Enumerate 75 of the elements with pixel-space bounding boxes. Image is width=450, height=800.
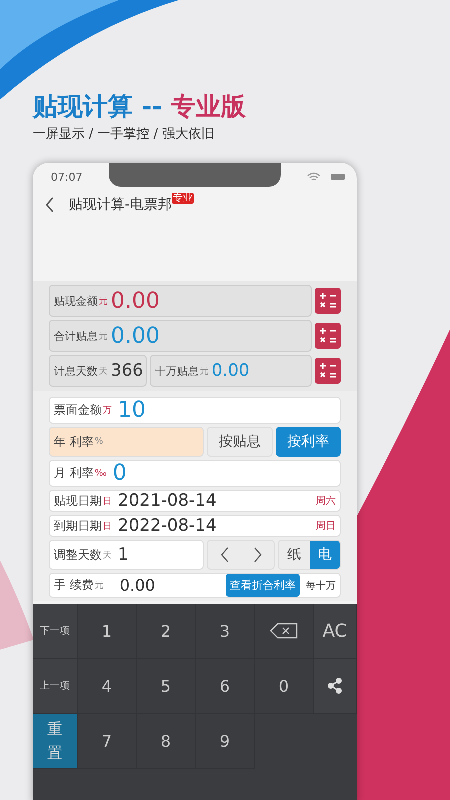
promo-title: 贴现计算 -- 专业版: [33, 92, 248, 122]
unit-label: 日: [103, 520, 112, 532]
nav-key[interactable]: 上一项: [33, 659, 78, 714]
result-value: 0.00: [111, 288, 160, 314]
result-value: 366: [111, 361, 144, 381]
field-label: 贴现日期: [54, 492, 102, 510]
status-time: 07:07: [51, 170, 83, 184]
field-value: 1: [118, 545, 129, 565]
calculator-icon[interactable]: [315, 358, 341, 384]
calculator-icon[interactable]: [315, 288, 341, 314]
result-value: 0.00: [212, 361, 250, 381]
input-field[interactable]: 月 利率‰ 0: [49, 460, 341, 487]
unit-label: %: [94, 437, 104, 447]
digit-key[interactable]: 3: [196, 604, 255, 659]
unit-label: 天: [99, 366, 108, 378]
digit-key[interactable]: 4: [78, 659, 137, 714]
input-field[interactable]: 调整天数 天 1: [49, 540, 204, 570]
digit-key[interactable]: 1: [78, 604, 137, 659]
field-value: 0: [112, 461, 127, 486]
field-label: 合计贴息: [54, 328, 98, 344]
field-label: 贴现金额: [54, 294, 98, 308]
field-label: 票面金额: [54, 402, 102, 419]
back-icon[interactable]: [45, 197, 55, 213]
mode-button[interactable]: 按利率: [276, 427, 341, 457]
field-label: 到期日期: [54, 518, 102, 534]
field-value: 2021-08-14: [118, 491, 217, 511]
digit-key[interactable]: 7: [78, 714, 137, 769]
nav-key[interactable]: 下一项: [33, 604, 78, 659]
wifi-icon: [307, 172, 321, 182]
field-value: 2022-08-14: [118, 516, 217, 536]
digit-key[interactable]: 8: [137, 714, 196, 769]
input-field[interactable]: 手 续费 元 0.00 查看折合利率 每十万: [49, 573, 341, 598]
field-value: 0.00: [120, 576, 156, 595]
promo-subtitle: 一屏显示 / 一手掌控 / 强大依旧: [33, 126, 216, 143]
mode-button[interactable]: 按贴息: [207, 427, 272, 457]
unit-label: 日: [103, 496, 112, 508]
share-icon[interactable]: [326, 677, 344, 695]
field-label: 十万贴息: [154, 364, 199, 378]
chevron-right-icon[interactable]: [252, 547, 262, 563]
field-label: 年 利率: [54, 434, 94, 450]
type-toggle[interactable]: 电: [310, 541, 340, 569]
field-label: 手 续费: [54, 577, 94, 594]
unit-label: 天: [103, 550, 112, 562]
digit-key[interactable]: 0: [255, 659, 314, 714]
result-value: 0.00: [111, 324, 160, 348]
battery-icon: [331, 174, 345, 180]
weekday-label: 周六: [316, 494, 336, 508]
input-field[interactable]: 票面金额万 10: [49, 397, 341, 424]
field-label: 计息天数: [54, 364, 98, 378]
reset-key[interactable]: 重置: [33, 714, 78, 769]
unit-label: 万: [103, 405, 112, 417]
input-field[interactable]: 到期日期 日 2022-08-14 周日: [49, 515, 341, 537]
calculator-icon[interactable]: [315, 323, 341, 349]
field-label: 月 利率: [54, 465, 94, 482]
unit-label: 元: [99, 330, 108, 342]
unit-label: 元: [94, 580, 104, 592]
digit-key[interactable]: 6: [196, 659, 255, 714]
page-title: 贴现计算-电票邦: [69, 196, 172, 214]
unit-label: 元: [99, 296, 108, 308]
view-rate-button[interactable]: 查看折合利率: [226, 574, 300, 597]
unit-label: 元: [200, 366, 209, 378]
unit-label: 每十万: [306, 580, 336, 592]
digit-key[interactable]: 5: [137, 659, 196, 714]
input-field[interactable]: 年 利率%: [49, 427, 204, 457]
digit-key[interactable]: 9: [196, 714, 255, 769]
weekday-label: 周日: [316, 520, 336, 533]
field-value: 10: [118, 398, 146, 423]
digit-key[interactable]: 2: [137, 604, 196, 659]
chevron-left-icon[interactable]: [220, 547, 230, 563]
field-label: 调整天数: [54, 546, 102, 564]
pro-badge: 专业: [172, 193, 194, 204]
input-field[interactable]: 贴现日期 日 2021-08-14 周六: [49, 490, 341, 512]
clear-key[interactable]: AC: [314, 604, 357, 659]
backspace-icon[interactable]: [270, 623, 298, 639]
unit-label: ‰: [94, 468, 107, 478]
